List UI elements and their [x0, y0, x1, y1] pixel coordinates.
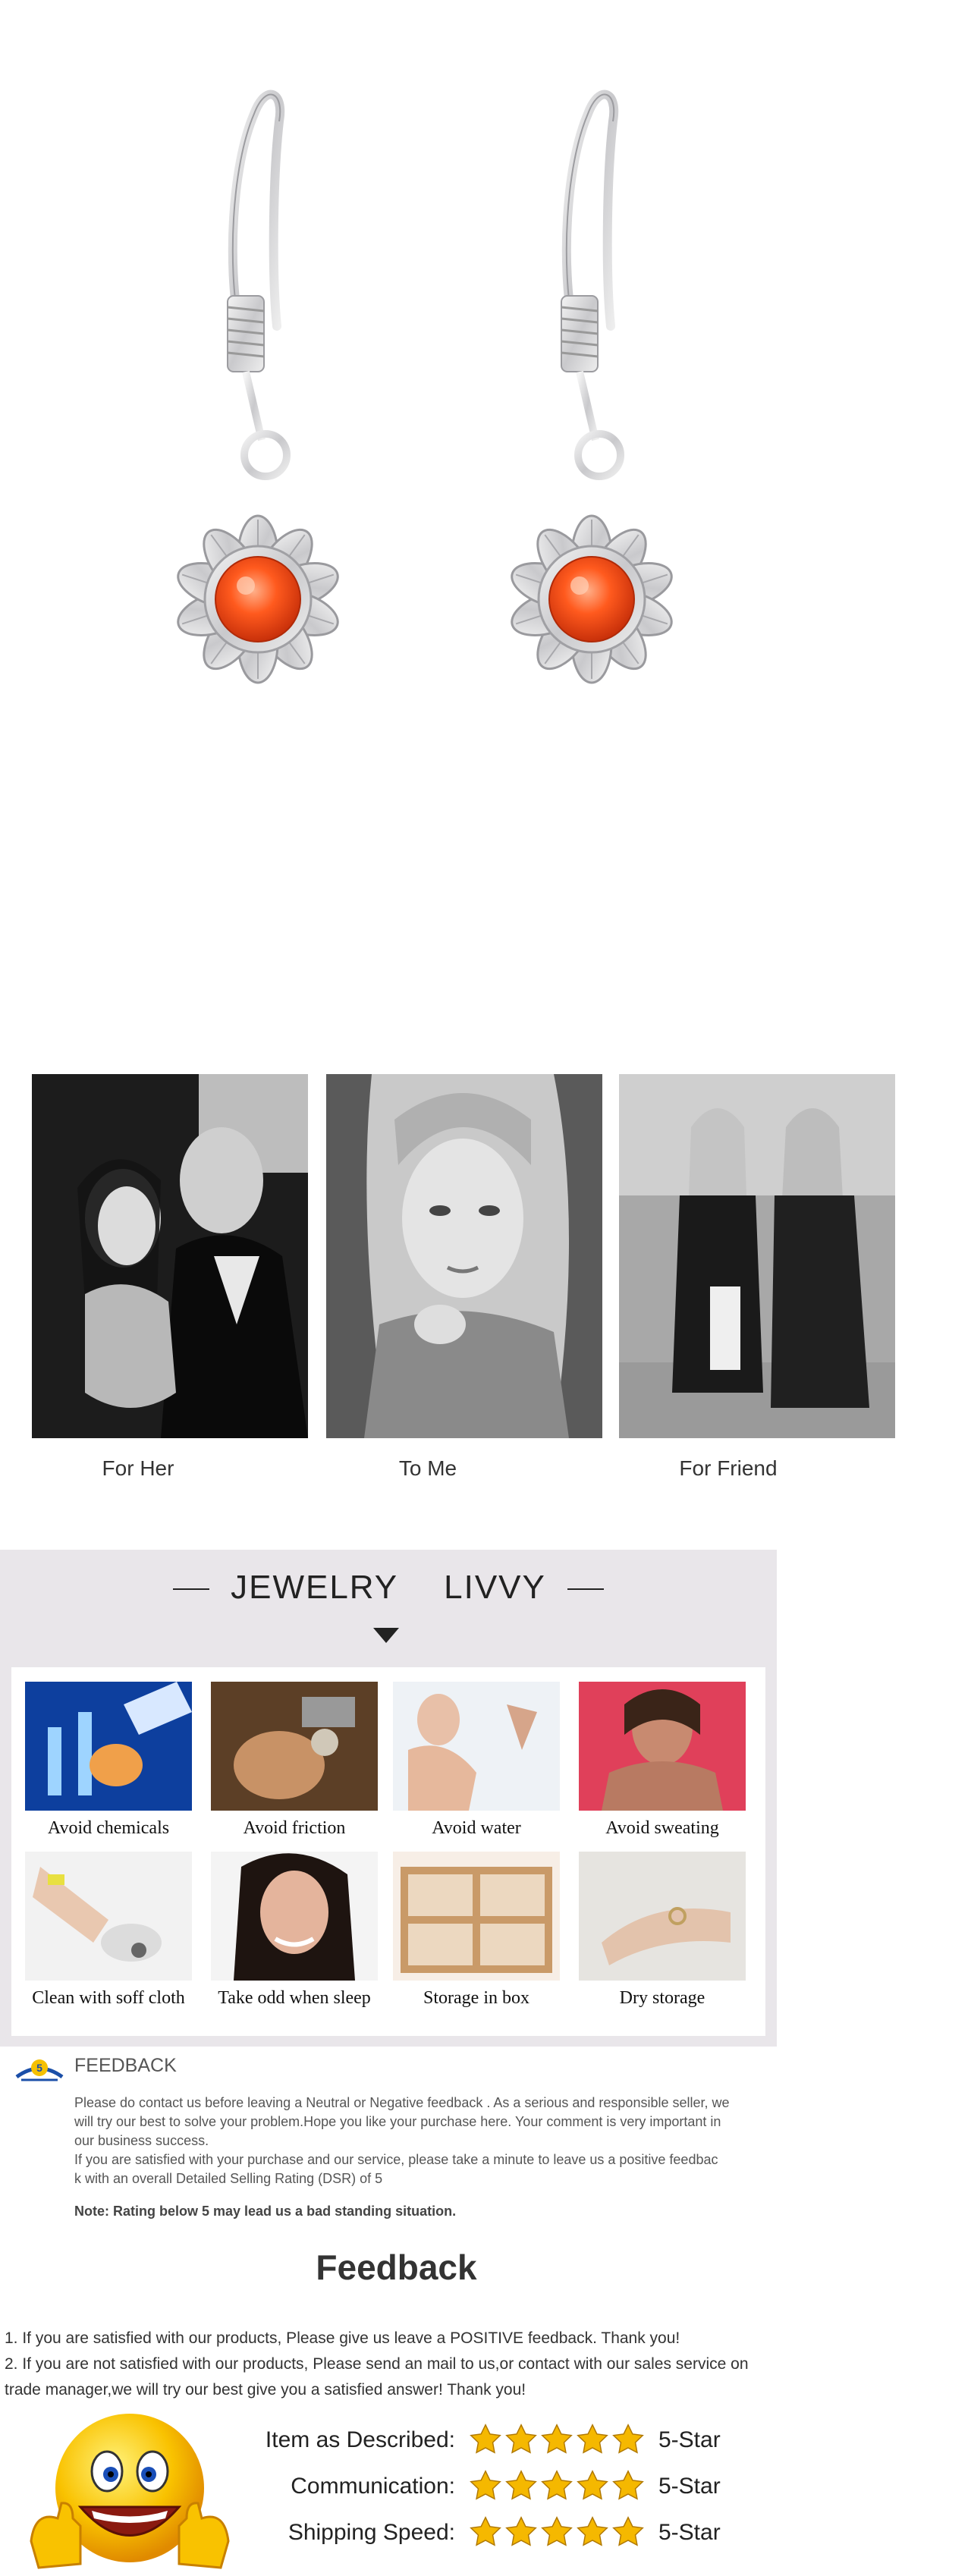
care-tile-storage-box: Storage in box: [393, 1852, 560, 2009]
water-image: [393, 1682, 560, 1811]
care-label: Storage in box: [423, 1988, 529, 2008]
care-tile-dry-storage: Dry storage: [579, 1852, 746, 2009]
rating-label: Communication:: [291, 2474, 455, 2499]
sweating-image: [579, 1682, 746, 1811]
photo-for-friend: [619, 1074, 895, 1438]
rating-value: 5-Star: [658, 2427, 721, 2452]
rating-row-communication: Communication: 5-Star: [0, 2468, 971, 2505]
svg-text:5: 5: [36, 2062, 42, 2074]
care-tile-avoid-chemicals: Avoid chemicals: [25, 1682, 192, 1839]
care-tile-take-off-sleep: Take odd when sleep: [211, 1852, 378, 2009]
storage-image: [393, 1852, 560, 1981]
star-icon: [611, 2515, 646, 2549]
cleaning-image: [25, 1852, 192, 1981]
care-tile-avoid-sweating: Avoid sweating: [579, 1682, 746, 1839]
five-star-logo-icon: 5: [15, 2059, 64, 2081]
rating-stars: [468, 2515, 646, 2549]
star-icon: [504, 2515, 539, 2549]
star-icon: [468, 2469, 503, 2502]
star-icon: [575, 2469, 610, 2502]
feedback-line-1: 1. If you are satisfied with our product…: [5, 2329, 680, 2347]
care-title-right: LIVVY: [444, 1569, 546, 1606]
care-label: Avoid chemicals: [47, 1818, 170, 1838]
care-label: Avoid friction: [243, 1818, 346, 1838]
friction-image: [211, 1682, 378, 1811]
caption-for-friend: For Friend: [679, 1456, 778, 1480]
care-label: Dry storage: [619, 1988, 705, 2008]
feedback-instructions: 1. If you are satisfied with our product…: [5, 2326, 801, 2403]
rating-stars: [468, 2423, 646, 2456]
star-icon: [504, 2423, 539, 2456]
title-dash-right: [567, 1588, 604, 1591]
earrings-product-image: [137, 76, 865, 796]
care-tile-avoid-friction: Avoid friction: [211, 1682, 378, 1839]
star-icon: [539, 2469, 574, 2502]
caption-to-me: To Me: [398, 1456, 457, 1480]
caption-for-her: For Her: [102, 1456, 174, 1480]
rating-value: 5-Star: [658, 2474, 721, 2499]
feedback-big-title: Feedback: [316, 2248, 477, 2287]
feedback-line-2: 2. If you are not satisfied with our pro…: [5, 2355, 749, 2373]
care-title: JEWELRY LIVVY: [0, 1569, 777, 1607]
rating-label: Shipping Speed:: [288, 2520, 455, 2545]
rating-label: Item as Described:: [265, 2427, 455, 2452]
care-label: Avoid water: [432, 1818, 521, 1838]
feedback-note: Note: Rating below 5 may lead us a bad s…: [74, 2204, 457, 2219]
star-icon: [611, 2423, 646, 2456]
care-label: Take odd when sleep: [218, 1988, 371, 2008]
star-icon: [539, 2515, 574, 2549]
chemicals-image: [25, 1682, 192, 1811]
star-icon: [575, 2515, 610, 2549]
dry-storage-image: [579, 1852, 746, 1981]
sleep-image: [211, 1852, 378, 1981]
feedback-body: Please do contact us before leaving a Ne…: [74, 2095, 730, 2186]
rating-stars: [468, 2469, 646, 2502]
photo-for-her: [32, 1074, 308, 1438]
photo-to-me: [326, 1074, 602, 1438]
feedback-heading: FEEDBACK: [74, 2055, 177, 2076]
care-title-left: JEWELRY: [231, 1569, 399, 1606]
care-tile-avoid-water: Avoid water: [393, 1682, 560, 1839]
rating-value: 5-Star: [658, 2520, 721, 2545]
jewelry-care-panel: JEWELRY LIVVY Avoid chemicals Avoid frict…: [0, 1550, 777, 2047]
title-dash-left: [173, 1588, 210, 1591]
star-icon: [539, 2423, 574, 2456]
feedback-line-3: trade manager,we will try our best give …: [5, 2381, 526, 2399]
care-grid: Avoid chemicals Avoid friction Avoid wat…: [11, 1667, 765, 2036]
care-label: Avoid sweating: [605, 1818, 719, 1838]
star-icon: [575, 2423, 610, 2456]
rating-row-item-described: Item as Described: 5-Star: [0, 2421, 971, 2459]
care-tile-clean-cloth: Clean with soff cloth: [25, 1852, 192, 2009]
star-icon: [504, 2469, 539, 2502]
star-icon: [468, 2515, 503, 2549]
triangle-down-icon: [373, 1628, 399, 1643]
care-label: Clean with soff cloth: [32, 1988, 185, 2008]
star-icon: [611, 2469, 646, 2502]
star-icon: [468, 2423, 503, 2456]
rating-row-shipping-speed: Shipping Speed: 5-Star: [0, 2514, 971, 2552]
